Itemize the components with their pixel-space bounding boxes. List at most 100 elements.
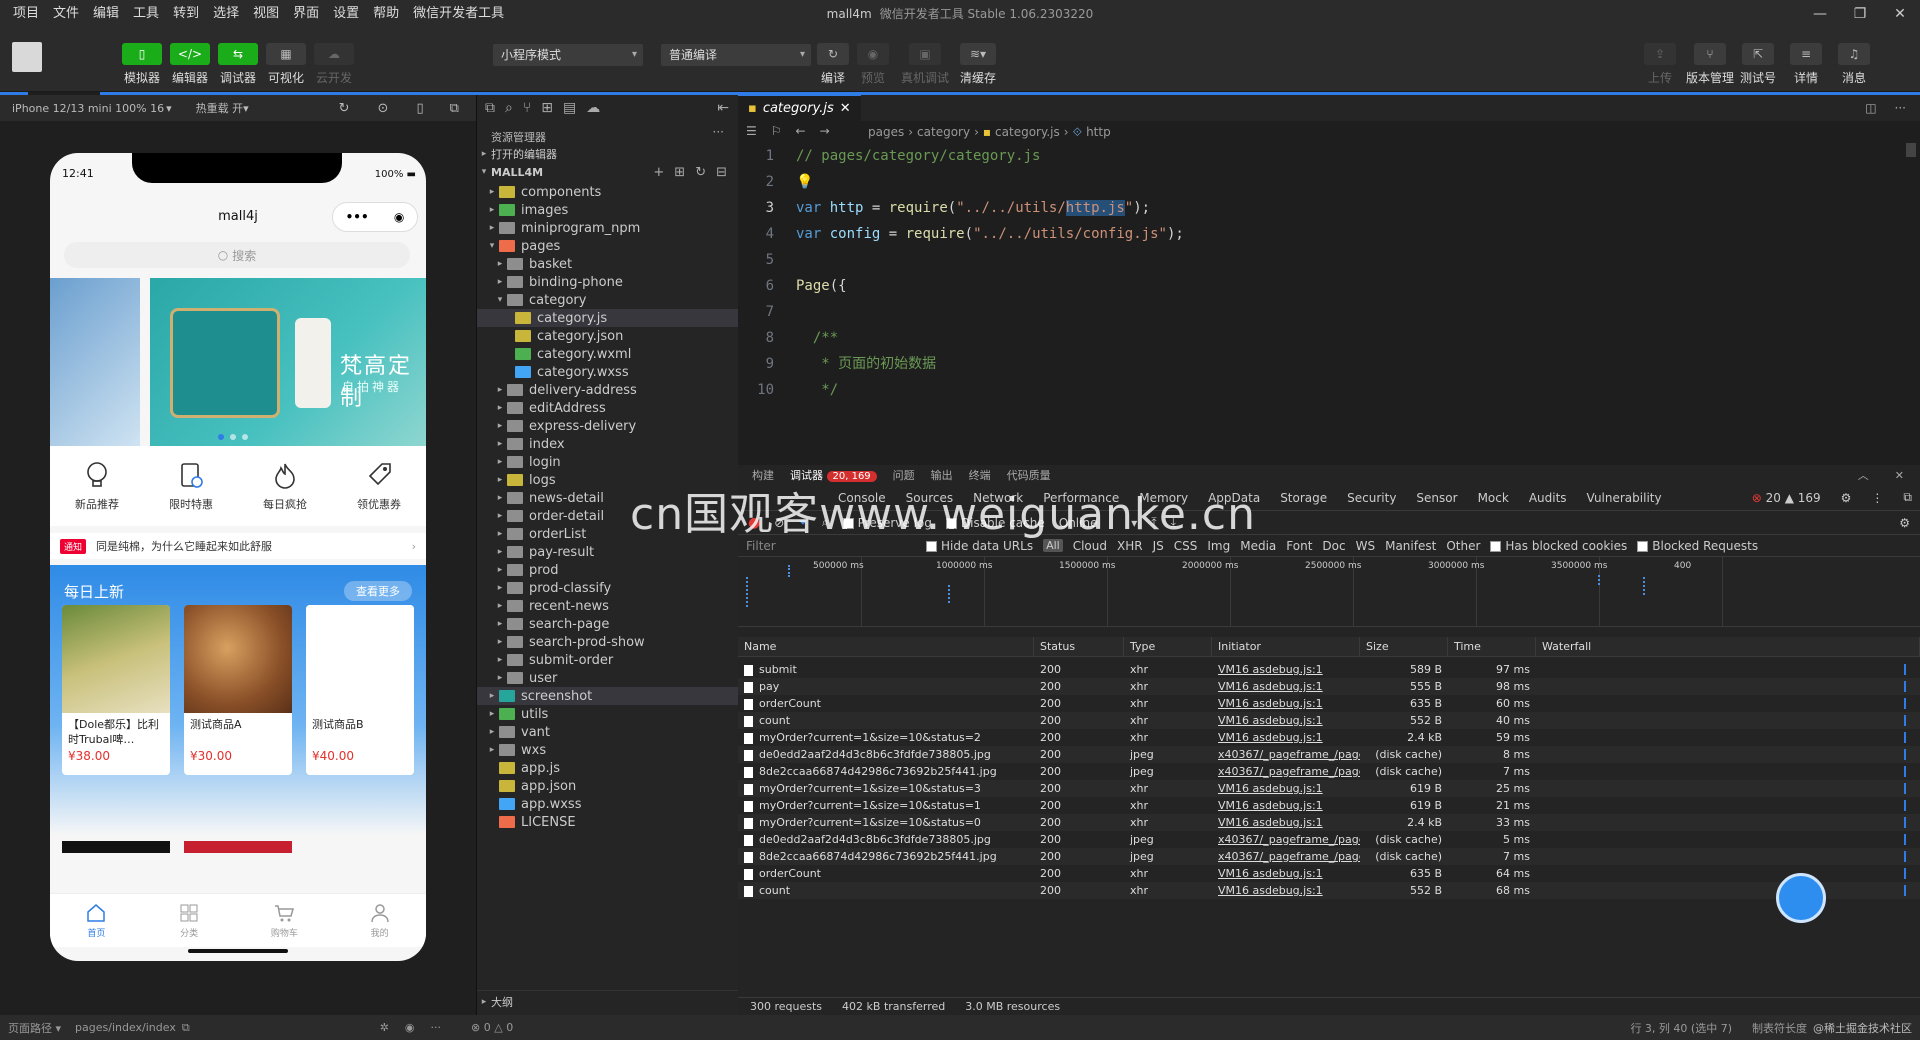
- settings-icon[interactable]: ⚙: [1841, 491, 1852, 505]
- tree-item[interactable]: ▾ pages: [477, 237, 739, 255]
- tree-item[interactable]: ▸ recent-news: [477, 597, 739, 615]
- type-filter[interactable]: XHR: [1117, 539, 1143, 553]
- tree-item[interactable]: ▸ orderList: [477, 525, 739, 543]
- search-icon[interactable]: ⌕: [505, 100, 513, 116]
- type-filter[interactable]: CSS: [1174, 539, 1198, 553]
- search-bar[interactable]: ○ 搜索: [64, 242, 410, 268]
- new-file-icon[interactable]: +: [653, 165, 664, 180]
- type-filter[interactable]: Other: [1446, 539, 1480, 553]
- messages-button[interactable]: ♫ 消息: [1834, 43, 1874, 86]
- category-new[interactable]: 新品推荐: [57, 460, 137, 512]
- close-button[interactable]: ✕: [1880, 0, 1920, 28]
- tree-item[interactable]: ▸ pay-result: [477, 543, 739, 561]
- tree-item[interactable]: ▸ index: [477, 435, 739, 453]
- code-line[interactable]: 9 * 页面的初始数据: [738, 351, 1898, 377]
- col-status[interactable]: Status: [1034, 637, 1124, 656]
- table-row[interactable]: myOrder?current=1&size=10&status=2 200 xhr…: [738, 729, 1920, 746]
- table-row[interactable]: orderCount 200 xhr VM16 asdebug.js:1 635 B 60…: [738, 695, 1920, 712]
- tree-item[interactable]: category.wxss: [477, 363, 739, 381]
- table-row[interactable]: 8de2ccaa66874d42986c73692b25f441.jpg 200 j…: [738, 763, 1920, 780]
- close-icon[interactable]: ✕: [1895, 469, 1904, 482]
- tree-item[interactable]: ▸ editAddress: [477, 399, 739, 417]
- menu-item[interactable]: 选择: [206, 0, 246, 28]
- lightbulb-icon[interactable]: 💡: [796, 174, 813, 190]
- maximize-button[interactable]: ❐: [1840, 0, 1880, 28]
- bookmark-icon[interactable]: ⚐: [771, 124, 782, 138]
- upload-button[interactable]: ⇪ 上传: [1640, 43, 1680, 86]
- eye-icon[interactable]: ◉: [405, 1021, 415, 1034]
- refresh-icon[interactable]: ↻: [695, 165, 706, 180]
- type-filter[interactable]: Media: [1240, 539, 1276, 553]
- collapse-all-icon[interactable]: ⊟: [716, 165, 727, 180]
- product-card[interactable]: 测试商品A ¥30.00: [184, 605, 292, 775]
- type-filter[interactable]: Img: [1207, 539, 1230, 553]
- table-row[interactable]: myOrder?current=1&size=10&status=1 200 xhr…: [738, 797, 1920, 814]
- tree-item[interactable]: ▸ wxs: [477, 741, 739, 759]
- menu-item[interactable]: 设置: [326, 0, 366, 28]
- details-button[interactable]: ≡ 详情: [1786, 43, 1826, 86]
- minimize-button[interactable]: —: [1800, 0, 1840, 28]
- clear-icon[interactable]: ⊘: [774, 516, 784, 530]
- table-row[interactable]: count 200 xhr VM16 asdebug.js:1 552 B 68 ms: [738, 882, 1920, 899]
- tree-item[interactable]: ▸ vant: [477, 723, 739, 741]
- menu-item[interactable]: 工具: [126, 0, 166, 28]
- remote-debug-button[interactable]: ▣ 真机调试: [901, 43, 949, 86]
- cloud-button[interactable]: ☁ 云开发: [314, 43, 354, 86]
- table-row[interactable]: de0edd2aaf2d4d3c8b6c3fdfde738805.jpg 200 j…: [738, 746, 1920, 763]
- tree-item[interactable]: ▾ category: [477, 291, 739, 309]
- tree-item[interactable]: ▸ binding-phone: [477, 273, 739, 291]
- tree-item[interactable]: category.wxml: [477, 345, 739, 363]
- disable-cache-checkbox[interactable]: Disable cache: [945, 516, 1045, 530]
- files-icon[interactable]: ⧉: [485, 100, 495, 116]
- record-icon[interactable]: ●: [748, 515, 760, 531]
- tree-item[interactable]: ▸ login: [477, 453, 739, 471]
- table-row[interactable]: myOrder?current=1&size=10&status=0 200 xhr…: [738, 814, 1920, 831]
- popout-icon[interactable]: ⧉: [450, 101, 459, 116]
- tree-item[interactable]: ▸ delivery-address: [477, 381, 739, 399]
- tree-item[interactable]: LICENSE: [477, 813, 739, 831]
- more-icon[interactable]: ···: [431, 1021, 442, 1034]
- tab-performance[interactable]: Performance: [1043, 491, 1119, 505]
- split-editor-icon[interactable]: ◫: [1865, 101, 1876, 115]
- tree-item[interactable]: ▸ express-delivery: [477, 417, 739, 435]
- cursor-position[interactable]: 行 3, 列 40 (选中 7): [1630, 1020, 1732, 1036]
- code-line[interactable]: 2 💡: [738, 169, 1898, 195]
- tree-item[interactable]: ▸ submit-order: [477, 651, 739, 669]
- tab-debugger[interactable]: 调试器 20, 169: [790, 467, 877, 483]
- product-card[interactable]: 测试商品B ¥40.00: [306, 605, 414, 775]
- menu-item[interactable]: 编辑: [86, 0, 126, 28]
- table-row[interactable]: orderCount 200 xhr VM16 asdebug.js:1 635 B 64…: [738, 865, 1920, 882]
- dock-icon[interactable]: ⧉: [1903, 490, 1912, 505]
- throttle-select[interactable]: Online ▾: [1059, 516, 1138, 530]
- mode-select[interactable]: 小程序模式: [493, 44, 643, 66]
- tree-item[interactable]: ▸ user: [477, 669, 739, 687]
- filter-all[interactable]: All: [1043, 539, 1063, 552]
- blocked-requests-checkbox[interactable]: Blocked Requests: [1637, 539, 1758, 553]
- type-filter[interactable]: Doc: [1322, 539, 1345, 553]
- tree-item[interactable]: ▸ components: [477, 183, 739, 201]
- editor-tab[interactable]: ▪ category.js ✕: [738, 95, 861, 121]
- export-icon[interactable]: ⤓: [1171, 515, 1176, 530]
- col-initiator[interactable]: Initiator: [1212, 637, 1360, 656]
- code-line[interactable]: 1// pages/category/category.js: [738, 143, 1898, 169]
- type-filter[interactable]: Font: [1286, 539, 1312, 553]
- filter-icon[interactable]: ⏷: [798, 515, 808, 530]
- more-icon[interactable]: ···: [1895, 101, 1906, 115]
- indent-setting[interactable]: 制表符长度: [1752, 1020, 1807, 1036]
- preserve-log-checkbox[interactable]: Preserve log: [842, 516, 932, 530]
- tab-category[interactable]: 分类: [178, 894, 200, 947]
- bug-icon[interactable]: ✲: [380, 1021, 389, 1034]
- tab-network[interactable]: Network: [973, 491, 1023, 505]
- code-line[interactable]: 3 var http = require("../../utils/http.js…: [738, 195, 1898, 221]
- floating-button[interactable]: [1776, 873, 1826, 923]
- table-row[interactable]: de0edd2aaf2d4d3c8b6c3fdfde738805.jpg 200 j…: [738, 831, 1920, 848]
- menu-item[interactable]: 文件: [46, 0, 86, 28]
- crumb-item[interactable]: http: [1086, 125, 1111, 139]
- avatar[interactable]: [12, 42, 42, 72]
- clear-cache-button[interactable]: ≋▾ 清缓存: [958, 43, 998, 86]
- search-icon[interactable]: ⌕: [822, 515, 829, 530]
- new-folder-icon[interactable]: ⊞: [674, 165, 685, 180]
- hot-reload-toggle[interactable]: 热重载 开: [196, 100, 244, 116]
- code-line[interactable]: 10 */: [738, 377, 1898, 403]
- outline-section[interactable]: ▸ 大纲: [477, 990, 739, 1012]
